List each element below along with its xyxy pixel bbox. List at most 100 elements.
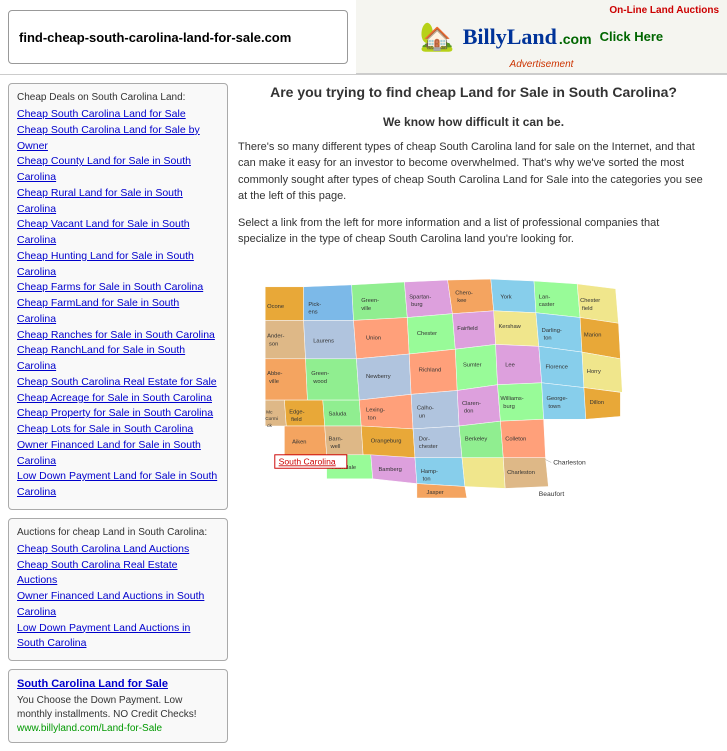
svg-text:Horry: Horry: [587, 369, 601, 375]
svg-text:Cormi: Cormi: [265, 416, 278, 422]
sidebar-link-low-down[interactable]: Low Down Payment Land for Sale in South …: [17, 469, 219, 501]
svg-text:Lee: Lee: [505, 362, 515, 368]
svg-text:Newberry: Newberry: [366, 374, 391, 380]
svg-text:Richland: Richland: [419, 367, 441, 373]
billyland-logo: BillyLand: [463, 24, 557, 50]
svg-text:un: un: [419, 413, 425, 419]
auction-link-real-estate[interactable]: Cheap South Carolina Real Estate Auction…: [17, 558, 219, 590]
svg-text:Ander-: Ander-: [267, 333, 284, 339]
sidebar-link-ranches[interactable]: Cheap Ranches for Sale in South Carolina: [17, 328, 219, 344]
beaufort-label: Beaufort: [539, 491, 565, 498]
svg-text:Edge-: Edge-: [289, 409, 304, 415]
svg-text:Aiken: Aiken: [292, 439, 306, 445]
svg-text:George-: George-: [546, 396, 567, 402]
svg-text:Dillon: Dillon: [590, 400, 604, 406]
svg-text:Berkeley: Berkeley: [465, 436, 487, 442]
auctions-box: Auctions for cheap Land in South Carolin…: [8, 518, 228, 661]
sidebar-link-property[interactable]: Cheap Property for Sale in South Carolin…: [17, 406, 219, 422]
sidebar-link-hunting[interactable]: Cheap Hunting Land for Sale in South Car…: [17, 249, 219, 281]
county-colleton2[interactable]: [462, 457, 505, 488]
svg-text:caster: caster: [539, 302, 555, 308]
deals-box: Cheap Deals on South Carolina Land: Chea…: [8, 83, 228, 510]
sidebar-link-sc-land[interactable]: Cheap South Carolina Land for Sale: [17, 107, 219, 123]
svg-text:Green-: Green-: [361, 298, 379, 304]
sidebar-link-by-owner[interactable]: Cheap South Carolina Land for Sale by Ow…: [17, 123, 219, 155]
svg-text:ville: ville: [361, 305, 371, 311]
svg-text:field: field: [582, 305, 593, 311]
auction-link-owner-financed[interactable]: Owner Financed Land Auctions in South Ca…: [17, 589, 219, 621]
owner-title-link[interactable]: South Carolina Land for Sale: [17, 678, 219, 690]
sidebar-link-real-estate[interactable]: Cheap South Carolina Real Estate for Sal…: [17, 375, 219, 391]
svg-text:Ocone: Ocone: [267, 304, 284, 310]
svg-text:well: well: [329, 444, 340, 450]
click-here-text[interactable]: Click Here: [600, 29, 664, 44]
billyland-com-text: .com: [559, 31, 592, 47]
svg-text:Saluda: Saluda: [329, 411, 348, 417]
content-area: Are you trying to find cheap Land for Sa…: [228, 83, 719, 743]
svg-text:Laurens: Laurens: [313, 338, 334, 344]
svg-text:Jasper: Jasper: [426, 490, 443, 496]
owner-desc: You Choose the Down Payment. Low monthly…: [17, 694, 219, 722]
sidebar-link-lots[interactable]: Cheap Lots for Sale in South Carolina: [17, 422, 219, 438]
svg-text:Marion: Marion: [584, 332, 602, 338]
svg-text:Abbe-: Abbe-: [267, 371, 282, 377]
sc-map-svg: Ocone Pick- ens Green- ville Spartan- bu…: [238, 258, 638, 498]
svg-text:Florence: Florence: [546, 364, 568, 370]
svg-text:Spartan-: Spartan-: [409, 294, 431, 300]
sidebar-link-rural[interactable]: Cheap Rural Land for Sale in South Carol…: [17, 186, 219, 218]
svg-text:Chero-: Chero-: [455, 290, 473, 296]
svg-text:Lan-: Lan-: [539, 294, 551, 300]
sidebar-link-acreage[interactable]: Cheap Acreage for Sale in South Carolina: [17, 391, 219, 407]
svg-text:Darling-: Darling-: [542, 328, 562, 334]
svg-text:wood: wood: [312, 378, 327, 384]
svg-text:Kershaw: Kershaw: [498, 324, 521, 330]
svg-text:burg: burg: [503, 403, 515, 409]
svg-text:York: York: [500, 294, 511, 300]
svg-text:Williams-: Williams-: [500, 396, 523, 402]
svg-text:ck: ck: [267, 423, 272, 429]
svg-text:ton: ton: [423, 476, 431, 482]
county-union[interactable]: [354, 317, 410, 358]
advertisement-label: Advertisement: [510, 59, 574, 70]
svg-text:Pick-: Pick-: [308, 302, 321, 308]
svg-text:Sumter: Sumter: [463, 362, 482, 368]
county-greenville[interactable]: [352, 282, 408, 320]
ad-banner-content: 🏡 BillyLand .com Click Here: [420, 20, 663, 53]
svg-text:kee: kee: [457, 298, 466, 304]
svg-text:don: don: [464, 408, 474, 414]
svg-text:burg: burg: [411, 302, 423, 308]
svg-text:ens: ens: [308, 309, 317, 315]
sidebar: Cheap Deals on South Carolina Land: Chea…: [8, 83, 228, 743]
auctions-title: Auctions for cheap Land in South Carolin…: [17, 527, 219, 538]
ad-banner[interactable]: On-Line Land Auctions 🏡 BillyLand .com C…: [356, 0, 727, 74]
county-york[interactable]: [491, 279, 536, 313]
deals-title: Cheap Deals on South Carolina Land:: [17, 92, 219, 103]
map-container: Ocone Pick- ens Green- ville Spartan- bu…: [238, 258, 709, 501]
sidebar-link-farms[interactable]: Cheap Farms for Sale in South Carolina: [17, 280, 219, 296]
sidebar-link-ranchland[interactable]: Cheap RanchLand for Sale in South Caroli…: [17, 343, 219, 375]
svg-text:Fairfield: Fairfield: [457, 326, 477, 332]
svg-text:Barn-: Barn-: [329, 436, 343, 442]
sidebar-link-farmland[interactable]: Cheap FarmLand for Sale in South Carolin…: [17, 296, 219, 328]
svg-text:ville: ville: [269, 378, 279, 384]
svg-text:Dor-: Dor-: [419, 436, 430, 442]
auction-link-land[interactable]: Cheap South Carolina Land Auctions: [17, 542, 219, 558]
svg-text:field: field: [291, 417, 302, 423]
sidebar-link-county[interactable]: Cheap County Land for Sale in South Caro…: [17, 154, 219, 186]
paragraph-1: There's so many different types of cheap…: [238, 139, 709, 205]
svg-text:ton: ton: [544, 335, 552, 341]
sub-heading: We know how difficult it can be.: [238, 115, 709, 129]
house-icon: 🏡: [420, 20, 455, 53]
sidebar-link-owner-financed[interactable]: Owner Financed Land for Sale in South Ca…: [17, 438, 219, 470]
auction-link-low-down[interactable]: Low Down Payment Land Auctions in South …: [17, 621, 219, 653]
svg-text:Green-: Green-: [311, 371, 329, 377]
county-lee[interactable]: [496, 344, 542, 384]
svg-text:Orangeburg: Orangeburg: [371, 438, 402, 444]
sidebar-link-vacant[interactable]: Cheap Vacant Land for Sale in South Caro…: [17, 217, 219, 249]
header: find-cheap-south-carolina-land-for-sale.…: [0, 0, 727, 75]
svg-text:Calho-: Calho-: [417, 405, 434, 411]
svg-text:Union: Union: [366, 335, 381, 341]
svg-text:town: town: [548, 403, 560, 409]
main-layout: Cheap Deals on South Carolina Land: Chea…: [0, 75, 727, 751]
owner-url[interactable]: www.billyland.com/Land-for-Sale: [17, 723, 162, 734]
